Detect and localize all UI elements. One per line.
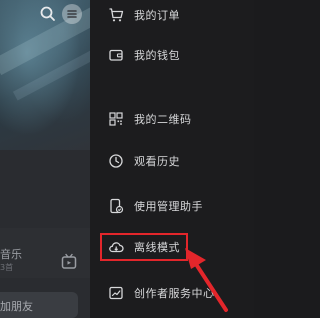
chart-icon — [108, 285, 124, 301]
phone-shield-icon — [108, 198, 124, 214]
background-page: 音乐 3首 加朋友 — [0, 0, 90, 318]
clock-icon — [108, 153, 124, 169]
cloud-download-icon — [108, 239, 124, 255]
drawer-item-qr-code[interactable]: 我的二维码 — [90, 104, 254, 134]
screen: 音乐 3首 加朋友 我的订单 我的钱包 我的二维码 观看历史 使用管理助手 离线… — [0, 0, 254, 318]
tv-icon[interactable] — [60, 253, 78, 271]
music-count: 3首 — [0, 263, 14, 272]
drawer-item-orders[interactable]: 我的订单 — [90, 0, 254, 30]
music-label: 音乐 — [0, 248, 22, 261]
drawer-item-label: 我的二维码 — [134, 113, 192, 126]
drawer-item-usage-assistant[interactable]: 使用管理助手 — [90, 191, 254, 221]
drawer-item-label: 离线模式 — [134, 241, 180, 254]
menu-icon[interactable] — [62, 4, 82, 24]
drawer-item-watch-history[interactable]: 观看历史 — [90, 146, 254, 176]
drawer-item-wallet[interactable]: 我的钱包 — [90, 40, 254, 70]
drawer-item-label: 观看历史 — [134, 155, 180, 168]
drawer-item-label: 我的钱包 — [134, 49, 180, 62]
pointer-arrow-icon — [185, 248, 228, 312]
drawer-item-label: 使用管理助手 — [134, 200, 203, 213]
search-icon[interactable] — [38, 4, 58, 24]
add-friend-label: 加朋友 — [0, 300, 33, 313]
drawer-item-label: 我的订单 — [134, 9, 180, 22]
cart-icon — [108, 7, 124, 23]
wallet-icon — [108, 47, 124, 63]
qr-code-icon — [108, 111, 124, 127]
